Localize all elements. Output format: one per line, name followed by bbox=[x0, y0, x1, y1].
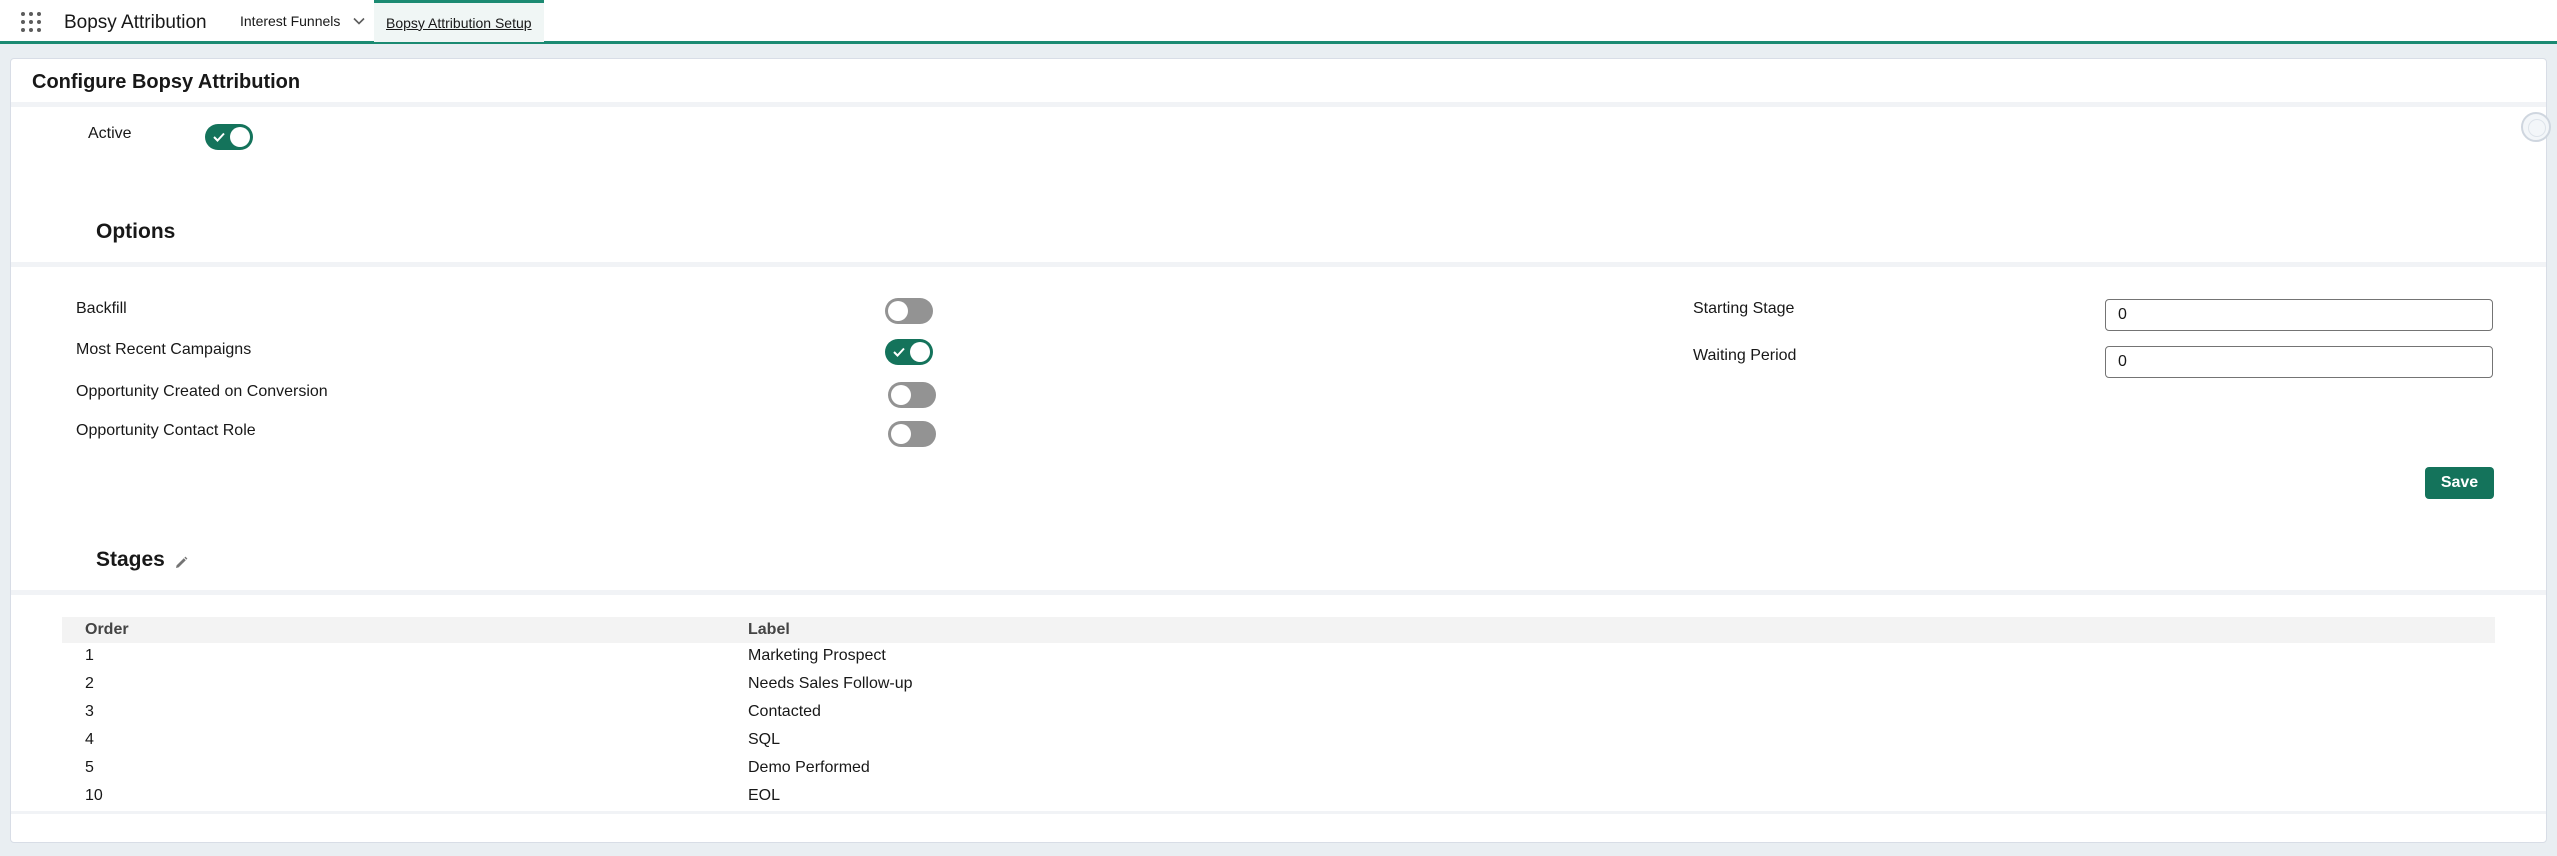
divider bbox=[11, 590, 2546, 595]
tab-bopsy-attribution-setup[interactable]: Bopsy Attribution Setup bbox=[374, 0, 544, 42]
tab-label: Bopsy Attribution Setup bbox=[386, 14, 532, 31]
opportunity-created-toggle[interactable] bbox=[888, 382, 936, 408]
stage-label: EOL bbox=[748, 787, 781, 804]
configure-card: Configure Bopsy Attribution Active Optio… bbox=[10, 58, 2547, 843]
tab-interest-funnels[interactable]: Interest Funnels bbox=[228, 0, 378, 42]
save-button[interactable]: Save bbox=[2425, 467, 2494, 499]
backfill-toggle[interactable] bbox=[885, 298, 933, 324]
table-row: 10 EOL bbox=[62, 783, 2495, 811]
stage-order: 1 bbox=[85, 647, 94, 664]
table-header: Order Label bbox=[62, 617, 2495, 643]
check-icon bbox=[213, 132, 225, 142]
top-nav-bar: Bopsy Attribution Interest Funnels Bopsy… bbox=[0, 0, 2557, 44]
active-label: Active bbox=[88, 125, 132, 142]
table-row: 3 Contacted bbox=[62, 699, 2495, 727]
app-launcher-icon[interactable] bbox=[21, 12, 43, 34]
active-toggle[interactable] bbox=[205, 124, 253, 150]
toggle-knob bbox=[891, 385, 911, 405]
toggle-knob bbox=[888, 301, 908, 321]
stage-label: Contacted bbox=[748, 703, 821, 720]
stages-table: Order Label 1 Marketing Prospect 2 Needs… bbox=[62, 617, 2495, 811]
table-row: 1 Marketing Prospect bbox=[62, 643, 2495, 671]
stage-order: 5 bbox=[85, 759, 94, 776]
starting-stage-field[interactable] bbox=[2105, 299, 2493, 331]
page-title: Configure Bopsy Attribution bbox=[32, 71, 301, 93]
stage-order: 2 bbox=[85, 675, 94, 692]
stage-order: 3 bbox=[85, 703, 94, 720]
toggle-knob bbox=[910, 342, 930, 362]
stage-label: Needs Sales Follow-up bbox=[748, 675, 913, 692]
options-title: Options bbox=[96, 220, 176, 243]
pencil-icon[interactable] bbox=[173, 555, 189, 571]
table-row: 2 Needs Sales Follow-up bbox=[62, 671, 2495, 699]
starting-stage-label: Starting Stage bbox=[1693, 300, 1795, 317]
scroll-indicator-icon[interactable] bbox=[2521, 112, 2551, 142]
stage-order: 4 bbox=[85, 731, 94, 748]
check-icon bbox=[893, 347, 905, 357]
opportunity-contact-role-label: Opportunity Contact Role bbox=[76, 422, 256, 439]
table-row: 4 SQL bbox=[62, 727, 2495, 755]
stage-label: SQL bbox=[748, 731, 781, 748]
table-row: 5 Demo Performed bbox=[62, 755, 2495, 783]
tab-label: Interest Funnels bbox=[240, 13, 341, 29]
opportunity-created-label: Opportunity Created on Conversion bbox=[76, 383, 328, 400]
stages-title: Stages bbox=[96, 548, 165, 571]
stage-order: 10 bbox=[85, 787, 103, 804]
app-name: Bopsy Attribution bbox=[64, 12, 207, 33]
backfill-label: Backfill bbox=[76, 300, 127, 317]
divider bbox=[11, 811, 2546, 814]
stage-label: Demo Performed bbox=[748, 759, 870, 776]
waiting-period-label: Waiting Period bbox=[1693, 347, 1797, 364]
divider bbox=[11, 102, 2546, 107]
toggle-knob bbox=[230, 127, 250, 147]
most-recent-campaigns-label: Most Recent Campaigns bbox=[76, 341, 252, 358]
column-header-label: Label bbox=[748, 621, 790, 638]
chevron-down-icon[interactable] bbox=[352, 14, 366, 28]
stage-label: Marketing Prospect bbox=[748, 647, 886, 664]
divider bbox=[11, 262, 2546, 267]
column-header-order: Order bbox=[85, 621, 129, 638]
toggle-knob bbox=[891, 424, 911, 444]
waiting-period-field[interactable] bbox=[2105, 346, 2493, 378]
opportunity-contact-role-toggle[interactable] bbox=[888, 421, 936, 447]
most-recent-campaigns-toggle[interactable] bbox=[885, 339, 933, 365]
